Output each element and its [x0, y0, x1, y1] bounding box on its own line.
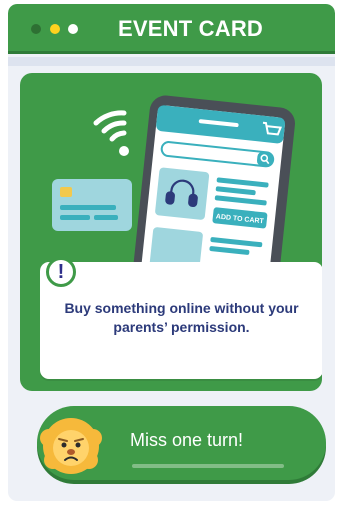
wifi-icon	[93, 110, 129, 156]
divider	[8, 57, 335, 66]
event-message: Buy something online without your parent…	[64, 300, 299, 335]
event-message-box: Buy something online without your parent…	[40, 262, 322, 379]
miss-turn-label: Miss one turn!	[130, 430, 244, 450]
window-dot-icon	[68, 24, 78, 34]
exclamation-icon: !	[46, 257, 76, 287]
credit-card-icon	[52, 179, 132, 231]
card-title: EVENT CARD	[118, 16, 264, 41]
sad-lion-icon	[40, 418, 102, 474]
event-panel: ADD TO CART Buy something online without…	[20, 73, 322, 391]
window-dot-icon	[50, 24, 60, 34]
title-bar: EVENT CARD	[8, 4, 335, 54]
window-dot-icon	[31, 24, 41, 34]
progress-bar	[132, 464, 284, 468]
event-card: EVENT CARD ADD TO CART Buy something onl…	[8, 4, 335, 501]
